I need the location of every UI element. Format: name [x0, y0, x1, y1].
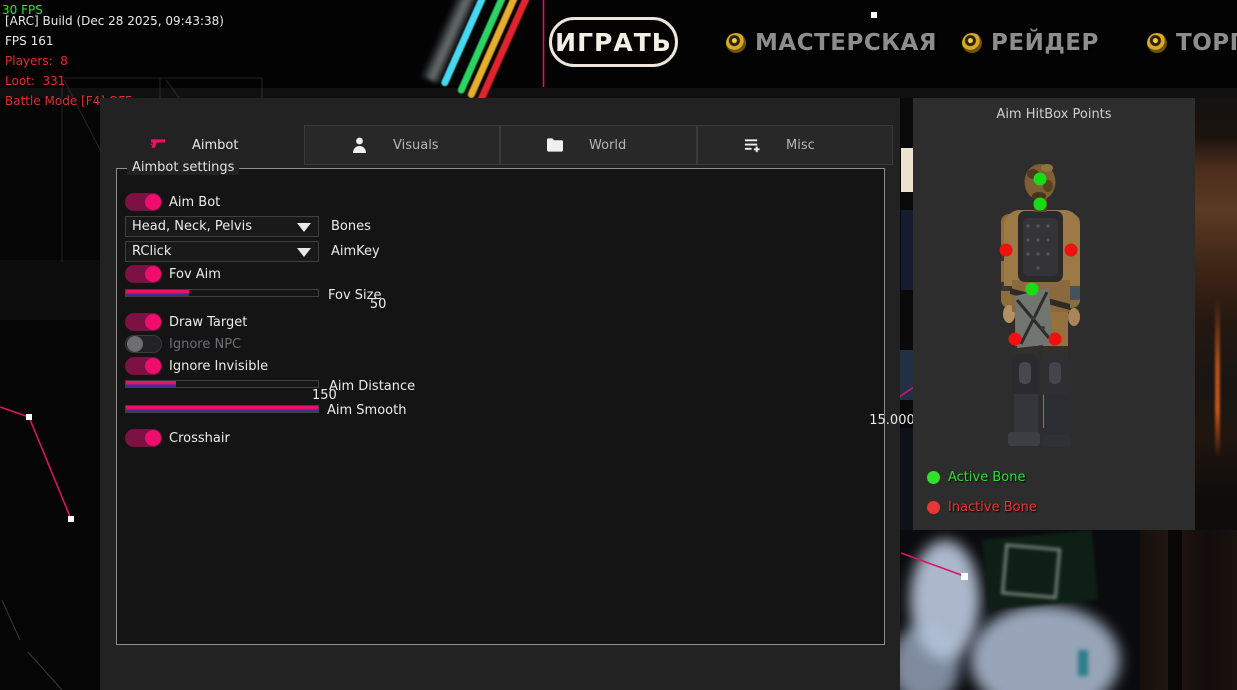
ignore-npc-toggle[interactable] [125, 335, 162, 353]
game-band [0, 88, 1237, 98]
tab-misc[interactable]: Misc [697, 125, 893, 165]
tab-world[interactable]: World [500, 125, 697, 165]
bone-dot-head [1034, 173, 1047, 186]
bones-label: Bones [331, 219, 371, 234]
loot-count: Loot: 331 [5, 71, 65, 91]
aimbot-settings-group: Aimbot settings Aim Bot Head, Neck, Pelv… [116, 168, 885, 645]
cheat-window: Aimbot Visuals World Misc Aimbot setting… [100, 98, 900, 690]
tab-label: Visuals [393, 138, 439, 153]
tab-label: Aimbot [192, 138, 238, 153]
legend-label: Active Bone [948, 470, 1025, 485]
chevron-down-icon [297, 223, 311, 232]
bone-dot-neck [1034, 198, 1047, 211]
menu-item-label: МАСТЕРСКАЯ [755, 30, 937, 56]
aim-bot-toggle[interactable] [125, 193, 162, 211]
legend-inactive-bone: Inactive Bone [927, 500, 1037, 515]
draw-target-label: Draw Target [169, 315, 247, 330]
coin-icon [726, 33, 746, 53]
ignore-npc-label: Ignore NPC [169, 337, 241, 352]
aim-distance-label: Aim Distance [329, 379, 415, 394]
bone-dot-right-knee [1049, 333, 1062, 346]
aim-smooth-slider[interactable] [125, 405, 319, 413]
crosshair-label: Crosshair [169, 431, 230, 446]
chevron-down-icon [297, 248, 311, 257]
inactive-bone-dot-icon [927, 501, 940, 514]
menu-item-label: ТОРГО [1176, 30, 1237, 56]
waypoint-marker [871, 12, 877, 18]
tab-label: Misc [786, 138, 815, 153]
aimkey-dropdown[interactable]: RClick [125, 241, 319, 262]
fov-size-label: Fov Size [328, 288, 381, 303]
screen: 30 FPS [ARC] Build (Dec 28 2025, 09:43:3… [0, 0, 1237, 690]
bones-selected-value: Head, Neck, Pelvis [132, 219, 252, 234]
hitbox-panel-title: Aim HitBox Points [913, 107, 1195, 122]
build-info: [ARC] Build (Dec 28 2025, 09:43:38) [5, 11, 224, 31]
play-button[interactable]: ИГРАТЬ [549, 17, 678, 67]
hitbox-panel: Aim HitBox Points [913, 98, 1195, 530]
fps-info: FPS 161 [5, 31, 53, 51]
bone-dot-left-knee [1009, 333, 1022, 346]
menu-item-trade[interactable]: ТОРГО [1147, 24, 1237, 62]
debug-overlay: 30 FPS [ARC] Build (Dec 28 2025, 09:43:3… [0, 0, 15, 160]
scene-bottom-right [900, 530, 1237, 690]
fov-aim-toggle[interactable] [125, 265, 162, 283]
players-count: Players: 8 [5, 51, 68, 71]
tab-visuals[interactable]: Visuals [304, 125, 500, 165]
player-model [985, 156, 1110, 456]
aimkey-label: AimKey [331, 244, 380, 259]
folder-icon [547, 137, 563, 153]
ignore-invisible-toggle[interactable] [125, 357, 162, 375]
tab-aimbot[interactable]: Aimbot [100, 125, 304, 165]
game-left-area [0, 98, 100, 690]
group-title: Aimbot settings [127, 160, 239, 175]
bone-dot-left-shoulder [1000, 244, 1013, 257]
menu-item-raider[interactable]: РЕЙДЕР [962, 24, 1099, 62]
legend-label: Inactive Bone [948, 500, 1037, 515]
tab-label: World [589, 138, 626, 153]
scene-right-strip [1195, 98, 1237, 530]
aim-distance-slider[interactable] [125, 380, 319, 388]
person-icon [351, 137, 367, 153]
aim-smooth-label: Aim Smooth [327, 403, 406, 418]
ignore-invisible-label: Ignore Invisible [169, 359, 268, 374]
aim-smooth-value: 15.000 [869, 413, 915, 428]
playlist-add-icon [744, 137, 760, 153]
legend-active-bone: Active Bone [927, 470, 1025, 485]
crosshair-toggle[interactable] [125, 429, 162, 447]
menu-item-workshop[interactable]: МАСТЕРСКАЯ [726, 24, 937, 62]
active-bone-dot-icon [927, 471, 940, 484]
fov-aim-label: Fov Aim [169, 267, 221, 282]
bones-dropdown[interactable]: Head, Neck, Pelvis [125, 216, 319, 237]
draw-target-toggle[interactable] [125, 313, 162, 331]
coin-icon [962, 33, 982, 53]
aimkey-selected-value: RClick [132, 244, 171, 259]
coin-icon [1147, 33, 1167, 53]
bone-dot-pelvis [1026, 283, 1039, 296]
aim-bot-label: Aim Bot [169, 195, 220, 210]
menu-item-label: РЕЙДЕР [991, 30, 1099, 56]
bone-dot-right-shoulder [1065, 244, 1078, 257]
fov-size-slider[interactable] [125, 289, 319, 297]
gun-icon [150, 137, 166, 153]
scene-gap-strip [900, 98, 913, 530]
